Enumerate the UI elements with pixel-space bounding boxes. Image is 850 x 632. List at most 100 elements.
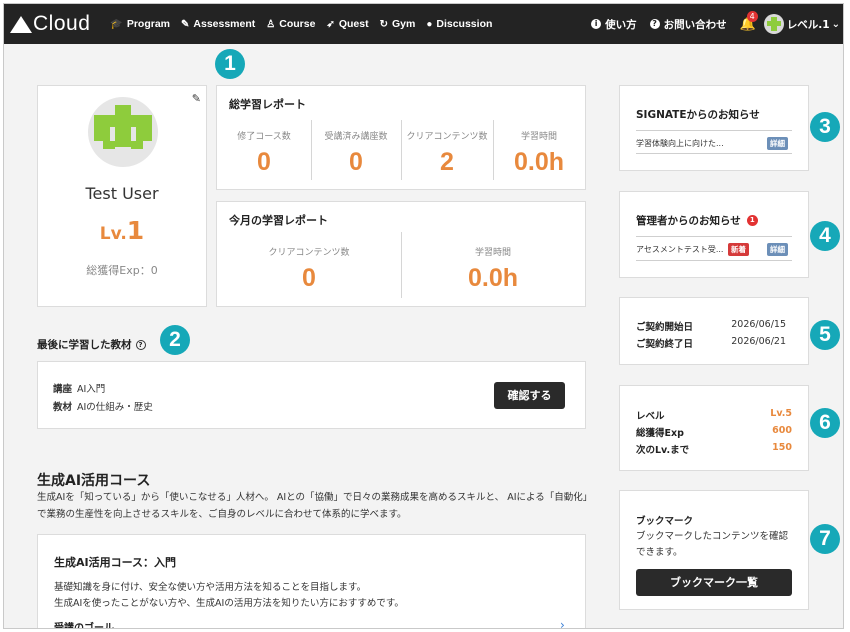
- logo[interactable]: Cloud: [10, 4, 90, 44]
- nav-program-label: Program: [126, 18, 171, 30]
- stat-value: 0.0h: [467, 264, 519, 292]
- material-key: 教材: [53, 402, 73, 413]
- course-card-line-1: 基礎知識を身に付け、安全な使い方や活用方法を知ることを目指します。: [54, 582, 367, 593]
- top-navigation-bar: Cloud 🎓 Program ✎ Assessment ♙ Course ➶ Ques…: [4, 4, 843, 44]
- chevron-right-icon[interactable]: ›: [560, 618, 565, 628]
- right-nav: i 使い方 ? お問い合わせ 🔔 4 レベル.1 ⌄: [591, 4, 843, 44]
- last-material-title: 最後に学習した教材: [37, 339, 132, 351]
- bookmark-desc-line-1: ブックマークしたコンテンツを確認: [636, 531, 789, 542]
- nav-course-label: Course: [279, 18, 316, 30]
- stat-cleared-contents: クリアコンテンツ数 2: [401, 129, 493, 177]
- stat-value: 0: [349, 148, 363, 176]
- contract-start-label: ご契約開始日: [636, 322, 694, 333]
- user-avatar[interactable]: [763, 14, 784, 34]
- edit-profile-icon[interactable]: ✎: [192, 92, 201, 105]
- chat-icon: ●: [426, 18, 433, 30]
- exp-label: 総獲得Exp: [636, 428, 684, 439]
- contract-card: ご契約開始日 2026/06/15 ご契約終了日 2026/06/21: [619, 297, 809, 365]
- nav-course[interactable]: ♙ Course: [266, 18, 315, 30]
- stat-study-hours: 学習時間 0.0h: [493, 129, 585, 177]
- admin-news-item[interactable]: アセスメントテスト受...: [636, 244, 723, 255]
- main-nav: 🎓 Program ✎ Assessment ♙ Course ➶ Quest ↻ Gym…: [110, 18, 503, 30]
- nav-discussion[interactable]: ● Discussion: [426, 18, 492, 30]
- bookmark-card: ブックマーク ブックマークしたコンテンツを確認 できます。 ブックマーク一覧: [619, 490, 809, 610]
- profile-level: Lv.1: [38, 216, 206, 245]
- last-material-card: 講座 AI入門 教材 AIの仕組み・歴史 確認する: [37, 361, 586, 429]
- bookmark-title: ブックマーク: [636, 516, 694, 527]
- help-link[interactable]: i 使い方: [591, 17, 637, 32]
- next-level-label: 次のLv.まで: [636, 445, 690, 456]
- bookmark-list-button[interactable]: ブックマーク一覧: [636, 569, 792, 596]
- nav-program[interactable]: 🎓 Program: [110, 18, 170, 30]
- stat-completed-courses: 修了コース数 0: [217, 129, 311, 177]
- info-icon: i: [591, 19, 602, 29]
- user-icon: ♙: [266, 18, 276, 30]
- nav-gym-label: Gym: [391, 18, 416, 30]
- level-value: Lv.5: [770, 408, 792, 419]
- graduation-cap-icon: 🎓: [110, 18, 123, 30]
- step-badge-6: 6: [810, 408, 840, 438]
- course-key: 講座: [53, 384, 73, 395]
- last-material-heading: 最後に学習した教材 ?: [37, 337, 146, 352]
- contract-end-label: ご契約終了日: [636, 339, 694, 350]
- step-badge-1: 1: [215, 49, 245, 79]
- total-report-title: 総学習レポート: [229, 98, 306, 111]
- stat-value: 2: [440, 148, 454, 176]
- help-circle-icon[interactable]: ?: [135, 339, 146, 350]
- stat-taken-lectures: 受講済み講座数 0: [311, 129, 401, 177]
- signate-news-title: SIGNATEからのお知らせ: [636, 109, 760, 121]
- stat-label: 学習時間: [474, 248, 511, 258]
- step-badge-5: 5: [810, 320, 840, 350]
- stat-value: 0: [257, 148, 271, 176]
- step-badge-2: 2: [160, 325, 190, 355]
- contact-label: お問い合わせ: [663, 18, 727, 31]
- step-badge-7: 7: [810, 524, 840, 554]
- profile-level-value: 1: [126, 216, 145, 245]
- admin-news-title: 管理者からのお知らせ: [636, 215, 741, 227]
- nav-assessment[interactable]: ✎ Assessment: [181, 18, 255, 30]
- contact-link[interactable]: ? お問い合わせ: [649, 17, 727, 32]
- nav-quest[interactable]: ➶ Quest: [326, 18, 368, 30]
- level-label: レベル: [636, 411, 665, 422]
- stat-label: 修了コース数: [237, 132, 291, 142]
- nav-gym[interactable]: ↻ Gym: [380, 18, 416, 30]
- nav-assessment-label: Assessment: [193, 18, 256, 30]
- profile-avatar: [88, 97, 158, 167]
- course-value: AI入門: [77, 384, 106, 395]
- user-level-menu[interactable]: レベル.1: [787, 17, 830, 32]
- notification-bell[interactable]: 🔔 4: [740, 10, 758, 32]
- nav-quest-label: Quest: [338, 18, 369, 30]
- course-card-line-2: 生成AIを使ったことがない方や、生成AIの活用方法を知りたい方におすすめです。: [54, 598, 404, 609]
- course-card-desc: 基礎知識を身に付け、安全な使い方や活用方法を知ることを目指します。 生成AIを使…: [54, 580, 404, 612]
- last-course-row: 講座 AI入門: [53, 381, 105, 395]
- course-section-title: 生成AI活用コース: [37, 473, 151, 489]
- app-frame: Cloud 🎓 Program ✎ Assessment ♙ Course ➶ Ques…: [3, 3, 844, 629]
- signate-news-item[interactable]: 学習体験向上に向けた...: [636, 138, 724, 149]
- course-desc-line-1: 生成AIを「知っている」から「使いこなせる」人材へ。 AIとの「協働」で日々の業…: [37, 492, 593, 503]
- signate-news-card: SIGNATEからのお知らせ 学習体験向上に向けた... 詳細: [619, 85, 809, 171]
- stat-monthly-cleared-contents: クリアコンテンツ数 0: [217, 245, 401, 293]
- signate-detail-tag[interactable]: 詳細: [767, 137, 788, 150]
- course-card-intro[interactable]: 生成AI活用コース：入門 基礎知識を身に付け、安全な使い方や活用方法を知ることを…: [37, 534, 586, 629]
- course-card-goal: 受講のゴール: [54, 623, 114, 629]
- help-label: 使い方: [605, 18, 637, 31]
- level-info-card: レベル Lv.5 総獲得Exp 600 次のLv.まで 150: [619, 385, 809, 471]
- stat-monthly-study-hours: 学習時間 0.0h: [401, 245, 585, 293]
- admin-news-count: 1: [746, 215, 758, 226]
- admin-detail-tag[interactable]: 詳細: [767, 243, 788, 256]
- bookmark-desc-line-2: できます。: [636, 547, 683, 558]
- monthly-report-title: 今月の学習レポート: [229, 214, 328, 227]
- profile-name: Test User: [85, 184, 159, 203]
- profile-level-prefix: Lv.: [99, 224, 127, 244]
- rocket-icon: ➶: [326, 18, 335, 30]
- admin-news-heading: 管理者からのお知らせ 1: [636, 213, 758, 228]
- profile-card: ✎ Test User Lv.1 総獲得Exp：0: [37, 85, 207, 307]
- material-value: AIの仕組み・歴史: [77, 402, 153, 413]
- stat-value: 0: [302, 264, 316, 292]
- chevron-down-icon[interactable]: ⌄: [832, 19, 840, 30]
- stat-label: クリアコンテンツ数: [268, 248, 350, 258]
- stat-label: 学習時間: [520, 132, 557, 142]
- stat-value: 0.0h: [513, 148, 565, 176]
- logo-text: Cloud: [33, 12, 91, 35]
- confirm-button[interactable]: 確認する: [494, 382, 565, 409]
